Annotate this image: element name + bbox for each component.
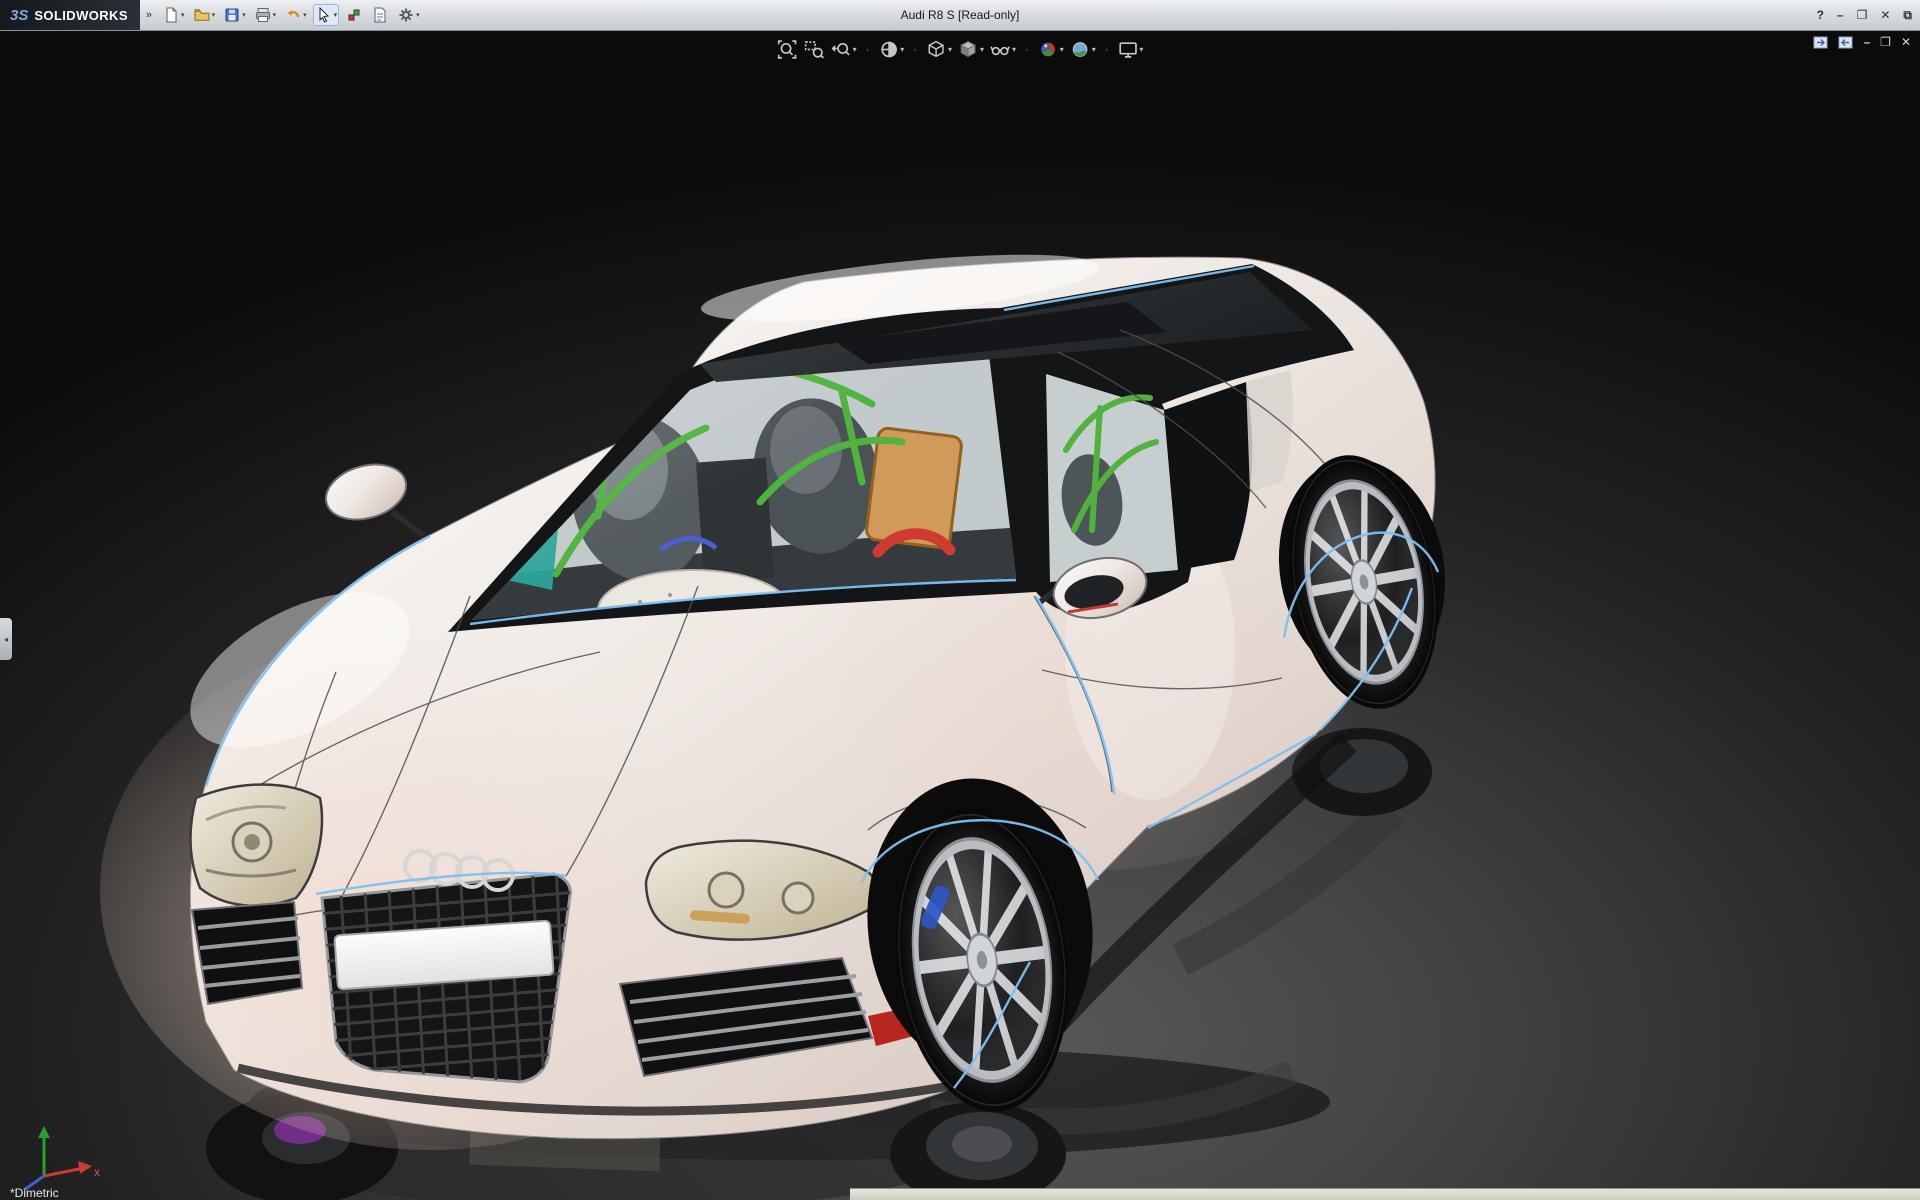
dropdown-icon[interactable]: ▾	[181, 12, 185, 19]
edit-appearance-icon	[1038, 39, 1059, 60]
solidworks-window: 3S SOLIDWORKS » ▾ ▾ ▾	[0, 0, 1920, 1200]
hide-show-items-icon	[990, 39, 1011, 60]
task-pane-collapse-tab[interactable]: ◂	[0, 618, 12, 660]
minimize-button[interactable]: –	[1837, 9, 1844, 21]
window-pane-icon-b[interactable]	[1838, 36, 1853, 49]
document-close-button[interactable]: ✕	[1901, 35, 1911, 49]
window-controls: ? – ❐ ✕ ⧉	[1817, 0, 1912, 30]
side-intake-left	[192, 902, 302, 1004]
file-properties-button[interactable]	[369, 4, 391, 26]
file-properties-icon	[371, 6, 389, 24]
solidworks-logo: 3S SOLIDWORKS	[0, 0, 140, 30]
dropdown-icon[interactable]: ▾	[1012, 46, 1016, 54]
orientation-triad: x	[24, 1126, 100, 1190]
dropdown-icon[interactable]: ▾	[303, 12, 307, 19]
standard-toolbar: ▾ ▾ ▾ ▾	[160, 4, 422, 26]
dropdown-icon[interactable]: ▾	[980, 46, 984, 54]
b-pillar	[1164, 382, 1252, 570]
print-button[interactable]: ▾	[252, 4, 279, 26]
view-orientation-button[interactable]: ▾	[925, 38, 953, 61]
dropdown-icon[interactable]: ▾	[853, 46, 857, 54]
dropdown-icon[interactable]: ▾	[334, 12, 338, 19]
side-mirror-left	[319, 456, 424, 536]
heads-up-toolbar: ▾ · ▾ · ▾ ▾	[776, 38, 1145, 61]
toolbar-separator: ·	[909, 44, 921, 56]
dropdown-icon[interactable]: ▾	[242, 12, 246, 19]
new-document-button[interactable]: ▾	[160, 4, 187, 26]
dropdown-icon[interactable]: ▾	[273, 12, 277, 19]
undo-arrow-icon	[284, 6, 302, 24]
dropdown-icon[interactable]: ▾	[212, 12, 216, 19]
horizontal-scrollbar[interactable]	[850, 1188, 1920, 1200]
document-window-controls: – ❐ ✕	[1813, 35, 1911, 49]
section-view-button[interactable]: ▾	[877, 38, 905, 61]
zoom-to-fit-button[interactable]	[776, 38, 799, 61]
zoom-to-fit-icon	[777, 39, 798, 60]
help-button[interactable]: ?	[1817, 9, 1824, 21]
restore-button[interactable]: ❐	[1857, 9, 1868, 21]
zoom-to-area-button[interactable]	[803, 38, 826, 61]
display-style-button[interactable]: ▾	[957, 38, 985, 61]
apply-scene-icon	[1070, 39, 1091, 60]
save-button[interactable]: ▾	[221, 4, 248, 26]
save-floppy-icon	[223, 6, 241, 24]
close-button[interactable]: ✕	[1880, 9, 1890, 21]
logo-brand-text: SOLIDWORKS	[34, 8, 128, 23]
logo-mark-icon: 3S	[10, 7, 28, 24]
options-button[interactable]: ▾	[395, 4, 422, 26]
collapse-left-icon: ◂	[4, 635, 8, 644]
car-model[interactable]	[100, 241, 1462, 1150]
dropdown-icon[interactable]: ▾	[1092, 46, 1096, 54]
triad-x-label: x	[94, 1165, 100, 1179]
rebuild-icon	[345, 6, 363, 24]
zoom-to-area-icon	[804, 39, 825, 60]
dropdown-icon[interactable]: ▾	[416, 12, 420, 19]
new-document-icon	[162, 6, 180, 24]
toolbar-separator: ·	[1021, 44, 1033, 56]
expand-button[interactable]: ⧉	[1903, 9, 1912, 21]
dropdown-icon[interactable]: ▾	[1139, 46, 1143, 54]
hide-show-items-button[interactable]: ▾	[989, 38, 1017, 61]
undo-button[interactable]: ▾	[282, 4, 309, 26]
select-cursor-icon	[315, 6, 333, 24]
previous-view-button[interactable]: ▾	[830, 38, 858, 61]
titlebar: 3S SOLIDWORKS » ▾ ▾ ▾	[0, 0, 1920, 31]
edit-appearance-button[interactable]: ▾	[1037, 38, 1065, 61]
view-orientation-label: *Dimetric	[10, 1186, 59, 1200]
menu-expand-arrow[interactable]: »	[146, 9, 152, 21]
display-style-icon	[958, 39, 979, 60]
rebuild-button[interactable]	[343, 4, 365, 26]
apply-scene-button[interactable]: ▾	[1069, 38, 1097, 61]
document-restore-button[interactable]: ❐	[1880, 35, 1891, 49]
select-button[interactable]: ▾	[313, 4, 340, 26]
window-title: Audi R8 S [Read-only]	[901, 8, 1020, 22]
document-minimize-button[interactable]: –	[1863, 35, 1870, 49]
options-gear-icon	[397, 6, 415, 24]
toolbar-separator: ·	[862, 44, 874, 56]
dropdown-icon[interactable]: ▾	[1060, 46, 1064, 54]
view-settings-icon	[1117, 39, 1138, 60]
toolbar-separator: ·	[1101, 44, 1113, 56]
section-view-icon	[878, 39, 899, 60]
dropdown-icon[interactable]: ▾	[948, 46, 952, 54]
window-pane-icon-a[interactable]	[1813, 36, 1828, 49]
view-orientation-icon	[926, 39, 947, 60]
headlight-left	[190, 785, 322, 906]
open-folder-icon	[193, 6, 211, 24]
open-button[interactable]: ▾	[191, 4, 218, 26]
model-scene[interactable]: x	[0, 30, 1920, 1200]
print-icon	[254, 6, 272, 24]
dropdown-icon[interactable]: ▾	[900, 46, 904, 54]
previous-view-icon	[831, 39, 852, 60]
view-settings-button[interactable]: ▾	[1116, 38, 1144, 61]
graphics-viewport[interactable]: x ▾ ·	[0, 30, 1920, 1200]
